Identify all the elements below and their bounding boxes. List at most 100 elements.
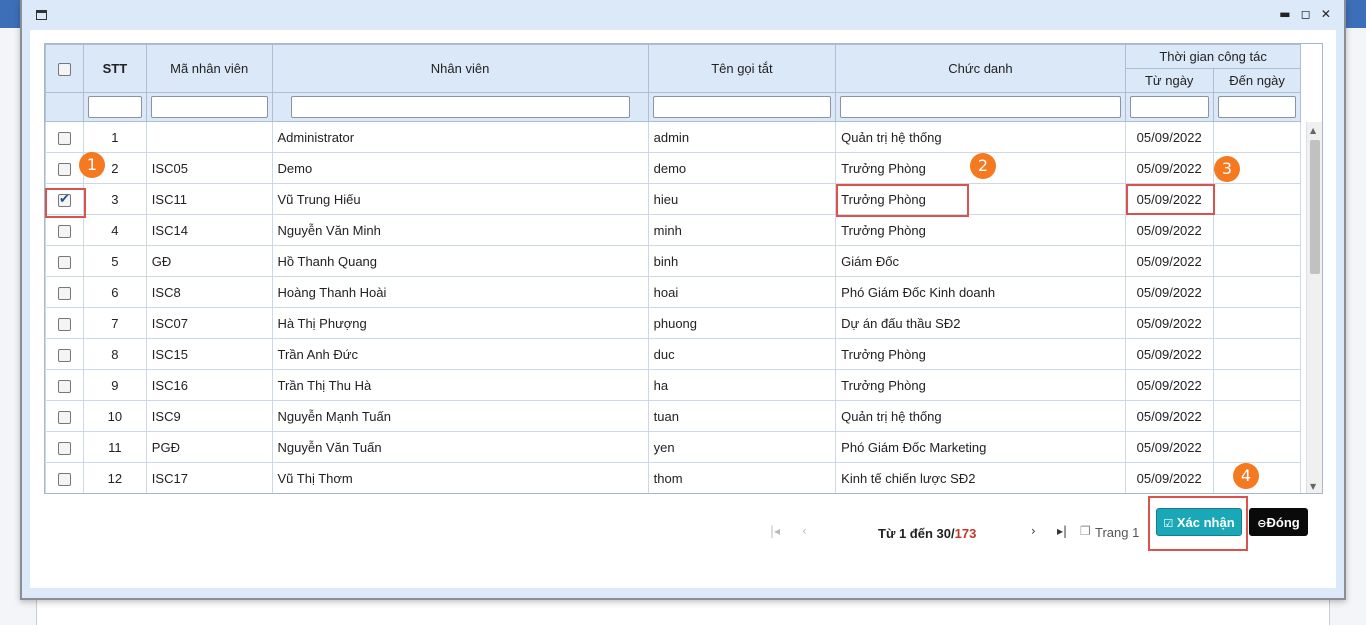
cell-employee-code: [145, 121, 273, 153]
row-checkbox[interactable]: [57, 379, 71, 393]
col-stt[interactable]: STT: [82, 44, 147, 93]
row-checkbox[interactable]: [57, 441, 71, 455]
table-row[interactable]: 2 ISC05 Demo demo Trưởng Phòng 05/09/2022: [45, 152, 1322, 184]
select-all-checkbox[interactable]: [57, 63, 71, 77]
cell-from-date: 05/09/2022: [1124, 245, 1214, 277]
cell-employee-name: Nguyễn Mạnh Tuấn: [271, 400, 649, 432]
row-checkbox[interactable]: [57, 162, 71, 176]
table-row[interactable]: 9 ISC16 Trần Thị Thu Hà ha Trưởng Phòng 05/09…: [45, 369, 1322, 401]
confirm-label: Xác nhận: [1176, 514, 1235, 530]
col-employee-code[interactable]: Mã nhân viên: [145, 44, 273, 93]
row-checkbox-cell: [45, 462, 84, 493]
table-row[interactable]: 5 GĐ Hồ Thanh Quang binh Giám Đốc 05/09/2022: [45, 245, 1322, 277]
scrollbar-thumb[interactable]: [1310, 140, 1320, 274]
row-checkbox[interactable]: [57, 472, 71, 486]
cell-to-date: [1212, 369, 1302, 401]
table-row[interactable]: 6 ISC8 Hoàng Thanh Hoài hoai Phó Giám Đốc Ki…: [45, 276, 1322, 308]
filter-from-date-input[interactable]: [1129, 96, 1209, 118]
cell-from-date: 05/09/2022: [1124, 400, 1214, 432]
row-checkbox[interactable]: [57, 131, 71, 145]
cell-employee-code: ISC17: [145, 462, 273, 493]
row-checkbox[interactable]: [57, 348, 71, 362]
cell-position: Giám Đốc: [835, 245, 1126, 277]
table-row[interactable]: 4 ISC14 Nguyễn Văn Minh minh Trưởng Phòng 05/…: [45, 214, 1322, 246]
row-checkbox-cell: [45, 400, 84, 432]
cell-to-date: [1212, 338, 1302, 370]
cell-short-name: demo: [647, 152, 837, 184]
cell-employee-code: ISC15: [145, 338, 273, 370]
cell-employee-name: Nguyễn Văn Tuấn: [271, 431, 649, 463]
cell-position: Quản trị hệ thống: [835, 400, 1126, 432]
highlight-position: [836, 184, 969, 217]
filter-name-input[interactable]: [290, 96, 630, 118]
employee-table: STT Mã nhân viên Nhân viên Tên gọi tắt C…: [45, 44, 1322, 493]
cell-stt: 8: [82, 338, 147, 370]
window-controls[interactable]: ▬ ◻ ✕: [1279, 7, 1334, 21]
vertical-scrollbar[interactable]: ▲ ▼: [1306, 122, 1322, 493]
table-row[interactable]: 12 ISC17 Vũ Thị Thơm thom Kinh tế chiến lược…: [45, 462, 1322, 493]
filter-short-name-input[interactable]: [652, 96, 832, 118]
cell-employee-name: Hà Thị Phượng: [271, 307, 649, 339]
cell-stt: 10: [82, 400, 147, 432]
row-checkbox[interactable]: [57, 224, 71, 238]
close-label: Đóng: [1266, 514, 1300, 530]
filter-cell: [1212, 92, 1302, 122]
row-checkbox-cell: [45, 338, 84, 370]
window-icon: [36, 10, 47, 20]
cell-stt: 9: [82, 369, 147, 401]
cell-position: Phó Giám Đốc Kinh doanh: [835, 276, 1126, 308]
first-page-icon[interactable]: |◂: [770, 524, 780, 538]
cell-position: Trưởng Phòng: [835, 214, 1126, 246]
scroll-up-icon[interactable]: ▲: [1310, 126, 1316, 135]
cell-from-date: 05/09/2022: [1124, 462, 1214, 493]
col-from-date[interactable]: Từ ngày: [1124, 68, 1214, 93]
row-checkbox[interactable]: [57, 255, 71, 269]
col-work-period: Thời gian công tác: [1124, 44, 1302, 69]
table-row[interactable]: 10 ISC9 Nguyễn Mạnh Tuấn tuan Quản trị hệ th…: [45, 400, 1322, 432]
filter-to-date-input[interactable]: [1217, 96, 1297, 118]
cell-employee-name: Administrator: [271, 121, 649, 153]
row-checkbox[interactable]: [57, 410, 71, 424]
col-position[interactable]: Chức danh: [835, 44, 1126, 93]
cell-from-date: 05/09/2022: [1124, 152, 1214, 184]
cell-from-date: 05/09/2022: [1124, 431, 1214, 463]
col-to-date[interactable]: Đến ngày: [1212, 68, 1302, 93]
cell-short-name: tuan: [647, 400, 837, 432]
row-checkbox-cell: [45, 276, 84, 308]
cell-short-name: admin: [647, 121, 837, 153]
cell-employee-code: ISC14: [145, 214, 273, 246]
employee-grid: STT Mã nhân viên Nhân viên Tên gọi tắt C…: [44, 43, 1323, 494]
cell-to-date: [1212, 276, 1302, 308]
cell-employee-code: PGĐ: [145, 431, 273, 463]
pager-total: 173: [954, 526, 977, 541]
row-checkbox-cell: [45, 307, 84, 339]
row-checkbox-cell: [45, 152, 84, 184]
scroll-down-icon[interactable]: ▼: [1310, 482, 1316, 491]
col-employee-name[interactable]: Nhân viên: [271, 44, 649, 93]
cell-employee-code: ISC8: [145, 276, 273, 308]
pager-page-label[interactable]: Trang 1: [1095, 525, 1139, 540]
table-row[interactable]: 7 ISC07 Hà Thị Phượng phuong Dự án đấu thầu …: [45, 307, 1322, 339]
row-checkbox[interactable]: [57, 286, 71, 300]
cell-short-name: phuong: [647, 307, 837, 339]
close-button[interactable]: ⊖Đóng: [1249, 508, 1308, 536]
row-checkbox[interactable]: [57, 317, 71, 331]
filter-stt-input[interactable]: [87, 96, 142, 118]
filter-code-input[interactable]: [150, 96, 268, 118]
confirm-button[interactable]: ☑ Xác nhận: [1156, 508, 1242, 536]
cell-position: Quản trị hệ thống: [835, 121, 1126, 153]
pager: |◂ ‹ Từ 1 đến 30/173 › ▸| ❐ Trang 1: [30, 518, 1336, 548]
table-row[interactable]: 11 PGĐ Nguyễn Văn Tuấn yen Phó Giám Đốc Mark…: [45, 431, 1322, 463]
col-short-name[interactable]: Tên gọi tắt: [647, 44, 837, 93]
next-page-icon[interactable]: ›: [1031, 524, 1036, 538]
cell-short-name: hoai: [647, 276, 837, 308]
filter-cell: [835, 92, 1126, 122]
table-row[interactable]: 1 Administrator admin Quản trị hệ thống 05/0…: [45, 121, 1322, 153]
step-badge-3: 3: [1214, 156, 1240, 182]
step-badge-2: 2: [970, 153, 996, 179]
cell-to-date: [1212, 214, 1302, 246]
prev-page-icon[interactable]: ‹: [802, 524, 807, 538]
filter-position-input[interactable]: [840, 96, 1121, 118]
last-page-icon[interactable]: ▸|: [1057, 524, 1067, 538]
table-row[interactable]: 8 ISC15 Trần Anh Đức duc Trưởng Phòng 05/09/2…: [45, 338, 1322, 370]
